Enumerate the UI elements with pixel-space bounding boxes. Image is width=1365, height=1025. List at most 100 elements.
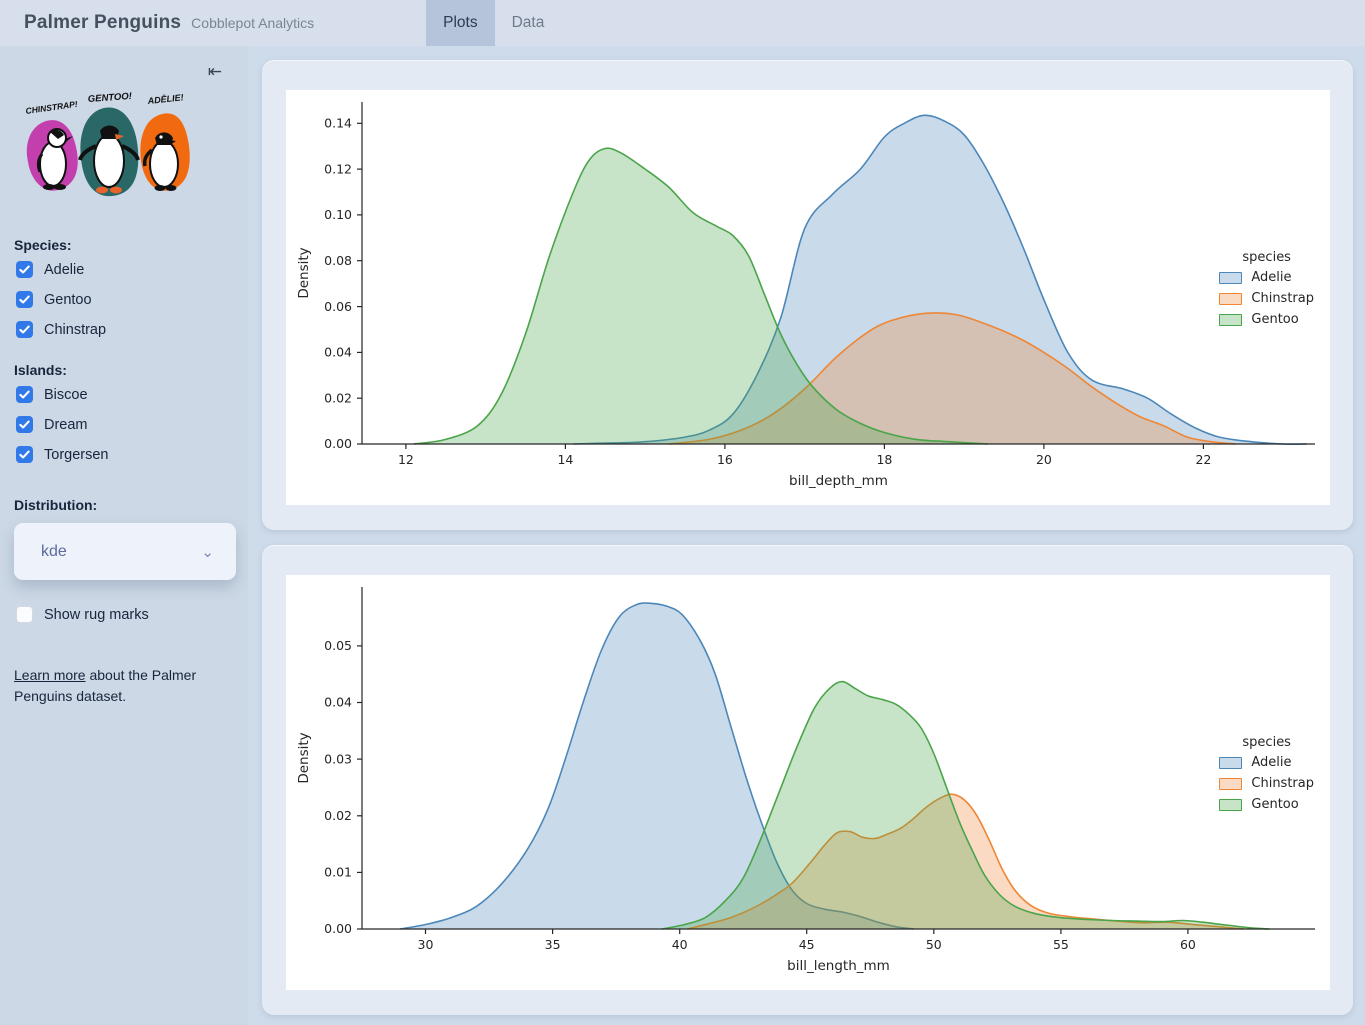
islands-option-dream[interactable]: Dream	[16, 416, 234, 433]
legend-entry-chinstrap: Chinstrap	[1219, 291, 1314, 306]
artwork-label-adelie: ADĒLIE!	[146, 92, 184, 106]
species-option-adelie[interactable]: Adelie	[16, 261, 234, 278]
species-checkbox-group: Adelie Gentoo Chinstrap	[14, 261, 234, 338]
checkbox-dream[interactable]	[16, 416, 33, 433]
x-tick-label: 12	[398, 452, 414, 467]
legend-label: Adelie	[1251, 270, 1291, 285]
y-tick-label: 0.00	[324, 436, 352, 451]
legend-entry-gentoo: Gentoo	[1219, 312, 1314, 327]
tab-plots[interactable]: Plots	[426, 0, 494, 46]
chevron-down-icon: ⌄	[201, 543, 214, 561]
sidebar-footer: Learn more about the Palmer Penguins dat…	[14, 665, 214, 707]
x-tick-label: 50	[926, 937, 942, 952]
legend-label: Chinstrap	[1251, 776, 1314, 791]
plot-card-bill-length: 30 35 40 45 50 55 60 0.00 0.01 0.02 0.03 0.04 0.05 bi…	[262, 545, 1353, 1015]
checkbox-label: Torgersen	[44, 447, 108, 463]
y-tick-label: 0.08	[324, 253, 352, 268]
legend-entry-gentoo: Gentoo	[1219, 797, 1314, 812]
rug-checkbox[interactable]	[16, 606, 33, 623]
y-tick-label: 0.04	[324, 695, 352, 710]
legend-swatch-adelie	[1219, 757, 1242, 769]
x-tick-label: 35	[545, 937, 561, 952]
y-tick-label: 0.04	[324, 345, 352, 360]
legend-swatch-gentoo	[1219, 314, 1242, 326]
x-tick-label: 22	[1195, 452, 1211, 467]
checkbox-chinstrap[interactable]	[16, 321, 33, 338]
x-tick-label: 18	[876, 452, 892, 467]
x-tick-label: 30	[418, 937, 434, 952]
y-tick-label: 0.02	[324, 390, 352, 405]
legend-entry-chinstrap: Chinstrap	[1219, 776, 1314, 791]
plot-card-bill-depth: 12 14 16 18 20 22 0.00 0.02 0.04 0.06 0.08 0.10 0.12…	[262, 60, 1353, 530]
y-tick-label: 0.02	[324, 808, 352, 823]
sidebar-collapse-icon[interactable]: ⇤	[208, 62, 222, 82]
islands-option-biscoe[interactable]: Biscoe	[16, 386, 234, 403]
artwork-label-gentoo: GENTOO!	[87, 91, 132, 105]
legend-label: Chinstrap	[1251, 291, 1314, 306]
penguins-artwork: CHINSTRAP! GENTOO! ADĒLIE!	[16, 86, 234, 213]
checkbox-label: Chinstrap	[44, 322, 106, 338]
legend-entry-adelie: Adelie	[1219, 270, 1314, 285]
legend-swatch-chinstrap	[1219, 778, 1242, 790]
legend-swatch-adelie	[1219, 272, 1242, 284]
legend-entry-adelie: Adelie	[1219, 755, 1314, 770]
y-tick-label: 0.12	[324, 161, 352, 176]
species-option-chinstrap[interactable]: Chinstrap	[16, 321, 234, 338]
rug-marks-toggle[interactable]: Show rug marks	[16, 606, 234, 623]
rug-label: Show rug marks	[44, 607, 149, 623]
artwork-label-chinstrap: CHINSTRAP!	[25, 99, 78, 116]
x-tick-label: 40	[672, 937, 688, 952]
y-tick-label: 0.05	[324, 638, 352, 653]
learn-more-link[interactable]: Learn more	[14, 667, 86, 683]
y-tick-label: 0.03	[324, 751, 352, 766]
checkbox-gentoo[interactable]	[16, 291, 33, 308]
plot-legend: species Adelie Chinstrap Gentoo	[1219, 735, 1314, 818]
checkbox-adelie[interactable]	[16, 261, 33, 278]
distribution-label: Distribution:	[14, 497, 234, 513]
distribution-select[interactable]: kde ⌄	[14, 523, 236, 580]
app-title: Palmer Penguins	[24, 12, 181, 34]
islands-option-torgersen[interactable]: Torgersen	[16, 446, 234, 463]
y-tick-label: 0.06	[324, 299, 352, 314]
x-tick-label: 45	[799, 937, 815, 952]
y-tick-label: 0.01	[324, 865, 352, 880]
distribution-selected-value: kde	[41, 543, 67, 561]
legend-label: Adelie	[1251, 755, 1291, 770]
legend-title: species	[1219, 250, 1314, 265]
app-brand: Palmer Penguins Cobblepot Analytics	[24, 12, 314, 34]
y-tick-label: 0.00	[324, 921, 352, 936]
y-axis-label: Density	[296, 732, 312, 783]
y-tick-label: 0.10	[324, 207, 352, 222]
main-content: 12 14 16 18 20 22 0.00 0.02 0.04 0.06 0.08 0.10 0.12…	[248, 46, 1365, 1025]
app-subtitle: Cobblepot Analytics	[191, 15, 314, 31]
x-tick-label: 16	[717, 452, 733, 467]
checkbox-biscoe[interactable]	[16, 386, 33, 403]
species-option-gentoo[interactable]: Gentoo	[16, 291, 234, 308]
checkbox-label: Gentoo	[44, 292, 92, 308]
species-section-label: Species:	[14, 237, 234, 253]
app-header: Palmer Penguins Cobblepot Analytics Plot…	[0, 0, 1365, 46]
x-tick-label: 14	[557, 452, 573, 467]
checkbox-label: Dream	[44, 417, 88, 433]
legend-swatch-gentoo	[1219, 799, 1242, 811]
legend-label: Gentoo	[1251, 312, 1298, 327]
x-axis-label: bill_depth_mm	[789, 473, 888, 489]
sidebar: ⇤	[0, 46, 248, 1025]
checkbox-label: Biscoe	[44, 387, 88, 403]
y-tick-label: 0.14	[324, 116, 352, 131]
checkbox-label: Adelie	[44, 262, 84, 278]
x-tick-label: 60	[1180, 937, 1196, 952]
x-axis-label: bill_length_mm	[787, 958, 890, 974]
islands-checkbox-group: Biscoe Dream Torgersen	[14, 386, 234, 463]
plot-legend: species Adelie Chinstrap Gentoo	[1219, 250, 1314, 333]
tab-data[interactable]: Data	[495, 0, 562, 46]
islands-section-label: Islands:	[14, 362, 234, 378]
legend-label: Gentoo	[1251, 797, 1298, 812]
x-tick-label: 20	[1036, 452, 1052, 467]
legend-swatch-chinstrap	[1219, 293, 1242, 305]
x-tick-label: 55	[1053, 937, 1069, 952]
kde-figure-bill-length: 30 35 40 45 50 55 60 0.00 0.01 0.02 0.03 0.04 0.05 bi…	[286, 575, 1330, 990]
checkbox-torgersen[interactable]	[16, 446, 33, 463]
legend-title: species	[1219, 735, 1314, 750]
y-axis-label: Density	[296, 247, 312, 298]
